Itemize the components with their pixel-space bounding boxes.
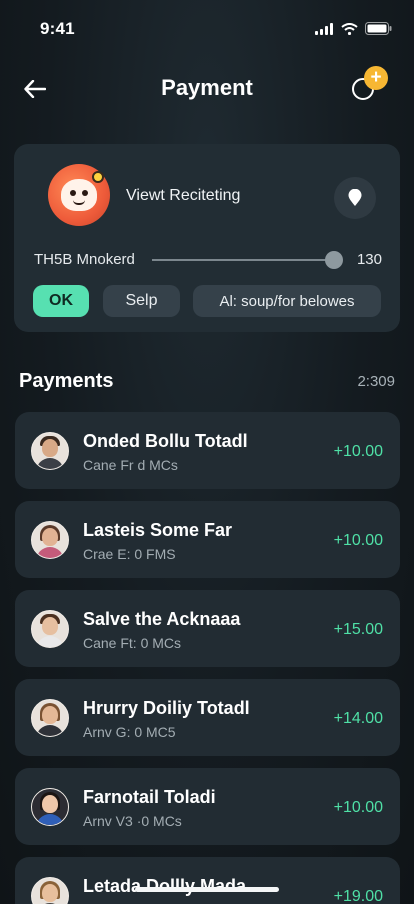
status-icons xyxy=(315,22,392,35)
avatar xyxy=(31,521,69,559)
item-amount: +10.00 xyxy=(333,443,383,460)
header: Payment + xyxy=(0,60,414,116)
status-dot xyxy=(92,171,104,183)
wifi-icon xyxy=(341,22,358,35)
avatar-face xyxy=(61,179,97,211)
item-amount: +10.00 xyxy=(333,532,383,549)
list-item[interactable]: Salve the Acknaaa Cane Ft: 0 MCs +15.00 xyxy=(15,590,400,667)
avatar xyxy=(31,432,69,470)
signal-icon xyxy=(315,22,333,35)
home-indicator xyxy=(135,887,279,892)
avatar xyxy=(31,877,69,904)
slider-fill xyxy=(152,259,335,261)
list-item[interactable]: Onded Bollu Totadl Cane Fr d MCs +10.00 xyxy=(15,412,400,489)
section-meta: 2:309 xyxy=(357,373,395,390)
profile-name: Viewt Reciteting xyxy=(126,187,241,204)
status-bar: 9:41 xyxy=(0,0,414,56)
item-title: Salve the Acknaaa xyxy=(83,609,241,629)
status-time: 9:41 xyxy=(40,19,75,38)
location-button[interactable] xyxy=(334,177,376,219)
item-title: Farnotail Toladi xyxy=(83,787,216,807)
item-amount: +14.00 xyxy=(333,710,383,727)
item-amount: +19.00 xyxy=(333,888,383,904)
slider-label: TH5B Mnokerd xyxy=(34,251,135,268)
amount-slider[interactable] xyxy=(152,251,344,269)
avatar xyxy=(31,610,69,648)
item-title: Onded Bollu Totadl xyxy=(83,431,248,451)
location-pin-icon xyxy=(348,189,362,206)
item-title: Lasteis Some Far xyxy=(83,520,233,540)
item-subtitle: Crae E: 0 FMS xyxy=(83,546,176,562)
item-subtitle: Cane Ft: 0 MCs xyxy=(83,635,182,651)
item-subtitle: Cane Fr d MCs xyxy=(83,457,178,473)
item-amount: +10.00 xyxy=(333,799,383,816)
selp-button[interactable]: Selp xyxy=(103,285,180,317)
soup-filter-button[interactable]: Al: soup/for belowes xyxy=(193,285,381,317)
add-payment-button[interactable]: + xyxy=(350,66,392,106)
ok-button[interactable]: OK xyxy=(33,285,89,317)
list-item[interactable]: Hrurry Doiliy Totadl Arnv G: 0 MC5 +14.0… xyxy=(15,679,400,756)
add-circle-icon: + xyxy=(364,66,388,90)
slider-thumb[interactable] xyxy=(325,251,344,269)
item-subtitle: Arnv V3 ·0 MCs xyxy=(83,813,182,829)
avatar xyxy=(31,788,69,826)
list-item[interactable]: Letada Dollly Mada +19.00 xyxy=(15,857,400,904)
item-amount: +15.00 xyxy=(333,621,383,638)
payments-list: Onded Bollu Totadl Cane Fr d MCs +10.00 … xyxy=(15,412,400,904)
avatar xyxy=(31,699,69,737)
profile-card: Viewt Reciteting TH5B Mnokerd 130 OK Sel… xyxy=(14,144,400,332)
list-item[interactable]: Lasteis Some Far Crae E: 0 FMS +10.00 xyxy=(15,501,400,578)
battery-icon xyxy=(365,22,392,35)
avatar[interactable] xyxy=(48,164,110,226)
section-title: Payments xyxy=(19,370,114,392)
list-item[interactable]: Farnotail Toladi Arnv V3 ·0 MCs +10.00 xyxy=(15,768,400,845)
item-subtitle: Arnv G: 0 MC5 xyxy=(83,724,176,740)
slider-value: 130 xyxy=(356,251,382,268)
item-title: Hrurry Doiliy Totadl xyxy=(83,698,250,718)
